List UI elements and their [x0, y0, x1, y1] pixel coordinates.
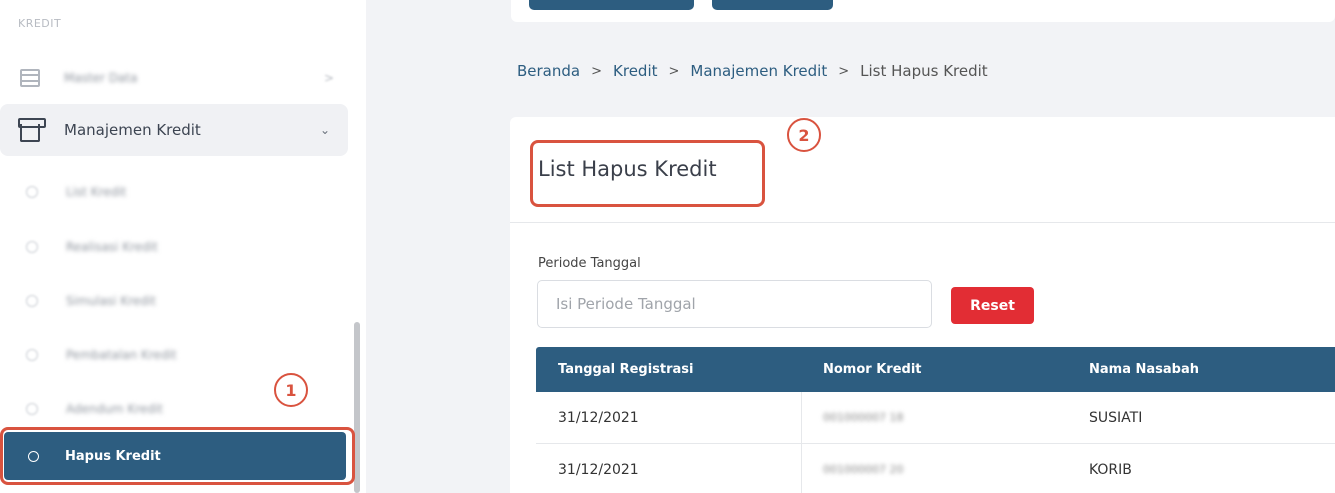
column-header-tanggal[interactable]: Tanggal Registrasi: [536, 362, 801, 377]
table-row[interactable]: 31/12/2021 001000007 18 SUSIATI: [536, 392, 1335, 444]
sidebar-subitem-pembatalan-kredit[interactable]: Pembatalan Kredit: [0, 340, 348, 370]
annotation-badge-2: 2: [787, 118, 821, 152]
chevron-down-icon: ⌄: [319, 123, 330, 137]
table-header: Tanggal Registrasi Nomor Kredit Nama Nas…: [536, 347, 1335, 392]
section-title: KREDIT: [18, 17, 62, 30]
breadcrumb-current: List Hapus Kredit: [860, 62, 988, 80]
subitem-label: Pembatalan Kredit: [66, 348, 177, 362]
cell-nomor: 001000007 20: [823, 463, 904, 476]
data-table: Tanggal Registrasi Nomor Kredit Nama Nas…: [536, 347, 1335, 493]
table-row[interactable]: 31/12/2021 001000007 20 KORIB: [536, 444, 1335, 493]
column-header-nomor[interactable]: Nomor Kredit: [801, 362, 1067, 377]
breadcrumb-separator: >: [668, 63, 680, 79]
cell-nama: SUSIATI: [1089, 409, 1143, 426]
sidebar: KREDIT Master Data > Manajemen Kredit ⌄ …: [0, 0, 366, 493]
breadcrumb-separator: >: [838, 63, 850, 79]
sidebar-item-label: Master Data: [64, 71, 138, 85]
sidebar-item-manajemen-kredit[interactable]: Manajemen Kredit ⌄: [0, 104, 348, 156]
periode-tanggal-input[interactable]: [537, 280, 932, 328]
cell-tanggal: 31/12/2021: [558, 461, 639, 478]
circle-icon: [26, 186, 38, 198]
sidebar-subitem-realisasi-kredit[interactable]: Realisasi Kredit: [0, 232, 348, 262]
column-header-nama[interactable]: Nama Nasabah: [1067, 362, 1199, 377]
highlight-box-2: [530, 140, 765, 207]
filter-label: Periode Tanggal: [538, 256, 641, 271]
cell-tanggal: 31/12/2021: [558, 409, 639, 426]
annotation-badge-1: 1: [274, 373, 308, 407]
toolbar-button[interactable]: [529, 0, 694, 10]
circle-icon: [26, 295, 38, 307]
cell-nama: KORIB: [1089, 461, 1132, 478]
circle-icon: [26, 403, 38, 415]
reset-button[interactable]: Reset: [951, 287, 1034, 324]
database-icon: [20, 69, 40, 87]
top-toolbar: [511, 0, 1335, 22]
highlight-box-1: [0, 427, 355, 485]
circle-icon: [26, 349, 38, 361]
sidebar-subitem-simulasi-kredit[interactable]: Simulasi Kredit: [0, 286, 348, 316]
cell-nomor: 001000007 18: [823, 411, 904, 424]
subitem-label: Simulasi Kredit: [66, 294, 156, 308]
archive-icon: [18, 118, 46, 142]
breadcrumb-kredit[interactable]: Kredit: [613, 62, 657, 80]
subitem-label: Adendum Kredit: [66, 402, 163, 416]
toolbar-button[interactable]: [712, 0, 833, 10]
sidebar-subitem-list-kredit[interactable]: List Kredit: [0, 177, 348, 207]
circle-icon: [26, 241, 38, 253]
breadcrumb: Beranda > Kredit > Manajemen Kredit > Li…: [517, 62, 988, 80]
sidebar-item-label: Manajemen Kredit: [64, 121, 201, 139]
subitem-label: List Kredit: [66, 185, 127, 199]
breadcrumb-beranda[interactable]: Beranda: [517, 62, 580, 80]
breadcrumb-manajemen-kredit[interactable]: Manajemen Kredit: [690, 62, 827, 80]
subitem-label: Realisasi Kredit: [66, 240, 158, 254]
chevron-right-icon: >: [323, 71, 334, 85]
sidebar-item-master-data[interactable]: Master Data >: [0, 52, 348, 104]
breadcrumb-separator: >: [591, 63, 603, 79]
